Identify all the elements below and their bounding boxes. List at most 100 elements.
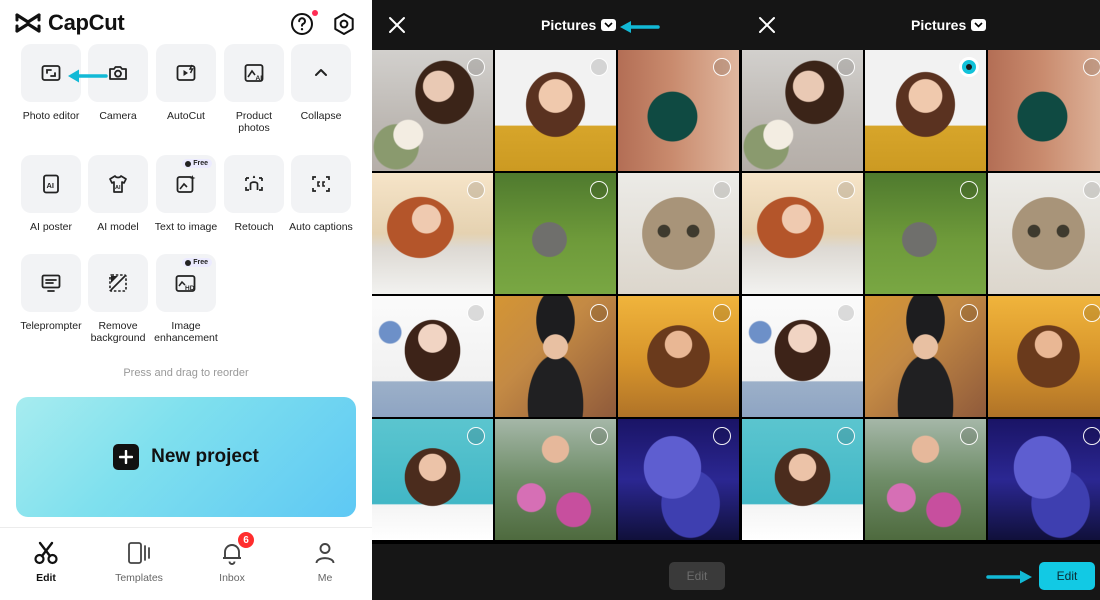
select-circle[interactable] [1083,304,1100,322]
photo-green-mug[interactable] [618,50,739,171]
select-circle[interactable] [467,58,485,76]
select-circle[interactable] [960,427,978,445]
capcut-logo: CapCut [14,10,125,36]
scissors-icon [34,541,58,565]
photo-woman-flowers[interactable] [372,50,493,171]
photo-woman-smiling-yellow[interactable] [495,50,616,171]
pointer-arrow-icon [620,21,660,33]
photo-woman-curly-beach[interactable] [372,173,493,294]
nav-me[interactable]: Me [285,540,365,584]
select-circle[interactable] [713,304,731,322]
select-circle[interactable] [837,58,855,76]
select-circle[interactable] [467,181,485,199]
select-circle[interactable] [960,181,978,199]
nav-label: Edit [36,572,56,584]
photo-woman-teal-bg[interactable] [372,419,493,540]
select-circle[interactable] [837,427,855,445]
person-icon [315,543,335,564]
tool-ai-model[interactable]: AI AI model [84,155,152,233]
tool-image-enhancement[interactable]: Free HD Image enhancement [152,254,220,344]
nav-edit[interactable]: Edit [6,540,86,584]
select-circle[interactable] [713,181,731,199]
text-to-image-icon [176,175,196,193]
retouch-icon [245,175,263,191]
select-circle[interactable] [837,181,855,199]
photo-woman-curly-beach[interactable] [742,173,863,294]
pictures-picker-selected: Pictures Edit [742,0,1100,600]
select-circle-checked[interactable] [959,57,979,77]
select-circle[interactable] [590,181,608,199]
close-icon[interactable] [388,16,406,34]
tool-remove-background[interactable]: Remove background [84,254,152,344]
photo-woman-beanie[interactable] [865,296,986,417]
free-badge: Free [182,159,212,168]
chevron-up-icon [315,69,327,76]
tool-autocut[interactable]: AutoCut [152,44,220,122]
bottom-nav: Edit Templates 6 Inbox Me [0,527,372,600]
photo-woman-golden-lights[interactable] [618,296,739,417]
photo-kitten-closeup[interactable] [618,173,739,294]
photo-girl-flowers[interactable] [865,419,986,540]
select-circle[interactable] [590,58,608,76]
select-circle[interactable] [467,304,485,322]
tool-text-to-image[interactable]: Free Text to image [152,155,220,233]
photo-woman-teal-bg[interactable] [742,419,863,540]
nav-inbox[interactable]: 6 Inbox [192,531,272,584]
photo-woman-flower-crown[interactable] [372,296,493,417]
photo-kitten-grass[interactable] [865,173,986,294]
edit-button[interactable]: Edit [1039,562,1095,590]
photo-woman-smiling-yellow[interactable] [865,50,986,171]
photo-kitten-grass[interactable] [495,173,616,294]
tool-label: Teleprompter [20,320,82,332]
photo-green-mug[interactable] [988,50,1100,171]
nav-templates[interactable]: Templates [99,540,179,584]
tool-retouch[interactable]: Retouch [220,155,288,233]
album-selector[interactable]: Pictures [541,17,617,33]
photo-woman-flower-crown[interactable] [742,296,863,417]
select-circle[interactable] [713,427,731,445]
tool-collapse[interactable]: Collapse [287,44,355,122]
photo-purple-figure[interactable] [618,419,739,540]
photo-woman-flowers[interactable] [742,50,863,171]
app-name: CapCut [48,10,125,35]
photo-girl-flowers[interactable] [495,419,616,540]
select-circle[interactable] [1083,427,1100,445]
help-icon[interactable] [290,12,314,36]
new-project-button[interactable]: New project [16,397,356,517]
photo-woman-beanie[interactable] [495,296,616,417]
new-project-label: New project [151,446,259,467]
camera-icon [109,66,127,80]
close-icon[interactable] [758,16,776,34]
photo-purple-figure[interactable] [988,419,1100,540]
tool-label: Product photos [235,110,273,134]
album-title: Pictures [911,17,967,33]
tool-label: Image enhancement [154,320,218,344]
settings-icon[interactable] [332,12,356,36]
select-circle[interactable] [960,304,978,322]
photo-kitten-closeup[interactable] [988,173,1100,294]
album-selector[interactable]: Pictures [911,17,987,33]
select-circle[interactable] [1083,181,1100,199]
tool-auto-captions[interactable]: Auto captions [287,155,355,233]
tool-label: AutoCut [167,110,205,122]
select-circle[interactable] [590,427,608,445]
tool-label: Remove background [90,320,146,344]
select-circle[interactable] [590,304,608,322]
auto-captions-icon [312,176,330,192]
teleprompter-icon [41,274,61,292]
tool-label: AI model [97,221,139,233]
select-circle[interactable] [837,304,855,322]
templates-icon [128,542,150,564]
select-circle[interactable] [1083,58,1100,76]
select-circle[interactable] [713,58,731,76]
tool-ai-poster[interactable]: AI AI poster [17,155,85,233]
tool-product-photos[interactable]: AI Product photos [220,44,288,134]
capcut-home-screen: CapCut Photo editor Camera AutoCut AI Pr… [0,0,372,600]
photo-grid [742,50,1100,540]
picker-footer: Edit [372,544,742,600]
tool-teleprompter[interactable]: Teleprompter [17,254,85,332]
select-circle[interactable] [467,427,485,445]
svg-text:AI: AI [115,185,121,191]
edit-button-disabled[interactable]: Edit [669,562,725,590]
photo-woman-golden-lights[interactable] [988,296,1100,417]
